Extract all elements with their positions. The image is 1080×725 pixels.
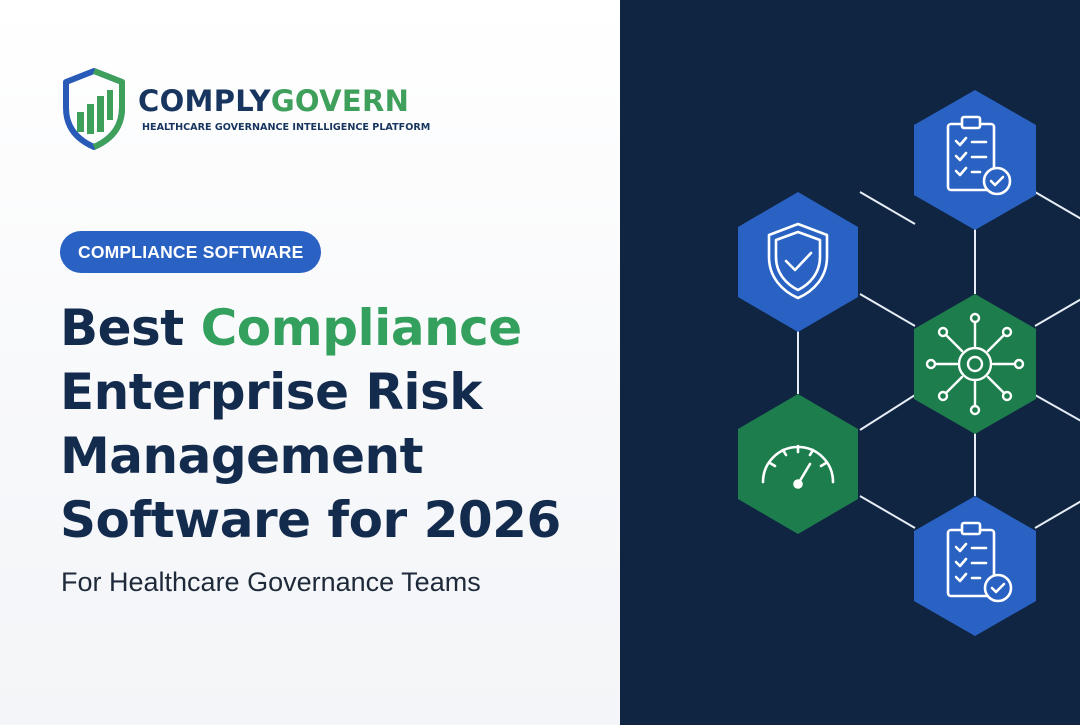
brand-text: COMPLYGOVERN HEALTHCARE GOVERNANCE INTEL…: [138, 85, 430, 133]
hexagon-network-graphic: [738, 90, 1080, 636]
headline-line2: Enterprise Risk: [60, 363, 483, 421]
brand-name-part1: COMPLY: [138, 84, 271, 118]
subheadline: For Healthcare Governance Teams: [61, 567, 481, 597]
category-badge: COMPLIANCE SOFTWARE: [60, 231, 322, 273]
headline-line1: Best Compliance: [60, 296, 561, 360]
page-title: Best Compliance Enterprise Risk Manageme…: [60, 296, 561, 552]
headline-word-best: Best: [60, 299, 184, 357]
headline-line3: Management: [60, 427, 424, 485]
brand-name: COMPLYGOVERN: [138, 85, 430, 117]
shield-chart-icon: [63, 68, 125, 150]
hexagon-clipboard-bottom: [914, 496, 1036, 636]
headline-line4: Software for 2026: [60, 491, 561, 549]
hero-banner: COMPLYGOVERN HEALTHCARE GOVERNANCE INTEL…: [0, 0, 1080, 725]
text-panel: COMPLYGOVERN HEALTHCARE GOVERNANCE INTEL…: [0, 0, 620, 725]
headline-accent-word: Compliance: [200, 299, 523, 357]
hexagon-gear: [914, 294, 1036, 434]
hexagon-shield: [738, 192, 858, 332]
brand-name-part2: GOVERN: [270, 84, 410, 118]
hexagon-clipboard-top: [914, 90, 1036, 230]
brand-tagline: HEALTHCARE GOVERNANCE INTELLIGENCE PLATF…: [142, 122, 431, 133]
graphic-panel: [620, 0, 1080, 725]
hexagon-gauge: [738, 394, 858, 534]
brand-logo[interactable]: COMPLYGOVERN HEALTHCARE GOVERNANCE INTEL…: [60, 68, 430, 150]
